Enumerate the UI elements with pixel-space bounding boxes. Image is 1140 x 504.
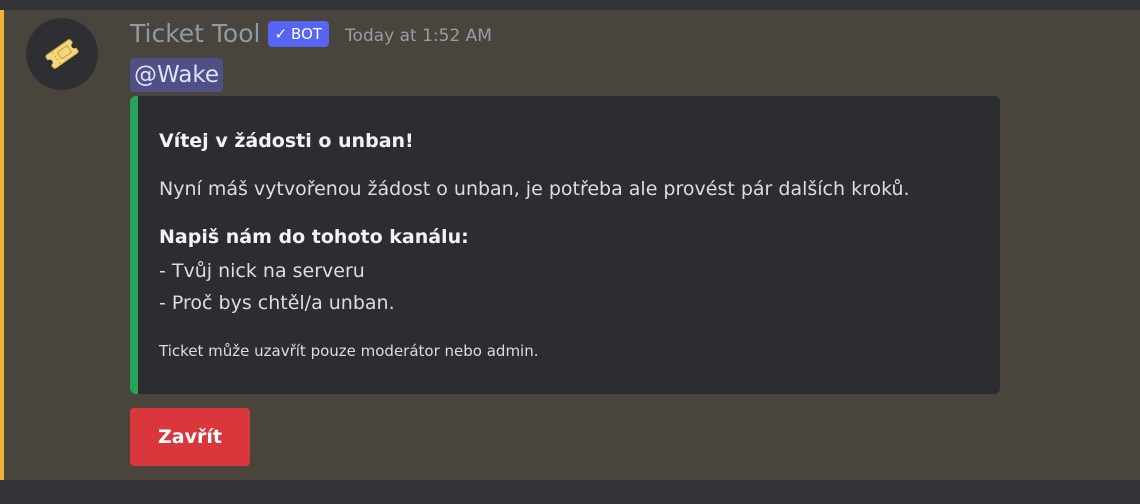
timestamp[interactable]: Today at 1:52 AM — [345, 26, 492, 46]
author-name[interactable]: Ticket Tool — [130, 18, 260, 50]
check-icon: ✓ — [274, 25, 288, 43]
embed: Vítej v žádosti o unban! Nyní máš vytvoř… — [130, 96, 1000, 394]
bot-badge-label: BOT — [291, 25, 323, 43]
mention-highlight-bar — [0, 10, 4, 480]
embed-accent-bar — [130, 96, 138, 394]
message-header: Ticket Tool ✓ BOT Today at 1:52 AM — [130, 18, 492, 50]
chat-message: Ticket Tool ✓ BOT Today at 1:52 AM @Wake… — [0, 10, 1140, 480]
close-ticket-button[interactable]: Zavřít — [130, 408, 250, 466]
user-mention[interactable]: @Wake — [130, 58, 224, 92]
avatar[interactable] — [26, 18, 98, 90]
embed-title: Vítej v žádosti o unban! — [159, 130, 414, 152]
embed-field-line: - Tvůj nick na serveru — [159, 260, 365, 282]
next-message-strip — [0, 480, 1140, 504]
embed-description: Nyní máš vytvořenou žádost o unban, je p… — [159, 178, 910, 200]
bot-badge: ✓ BOT — [268, 21, 330, 47]
ticket-icon — [45, 39, 79, 69]
previous-message-strip — [0, 0, 1140, 10]
embed-footer: Ticket může uzavřít pouze moderátor nebo… — [159, 342, 539, 360]
embed-field-name: Napiš nám do tohoto kanálu: — [159, 226, 469, 248]
embed-field-line: - Proč bys chtěl/a unban. — [159, 292, 395, 314]
